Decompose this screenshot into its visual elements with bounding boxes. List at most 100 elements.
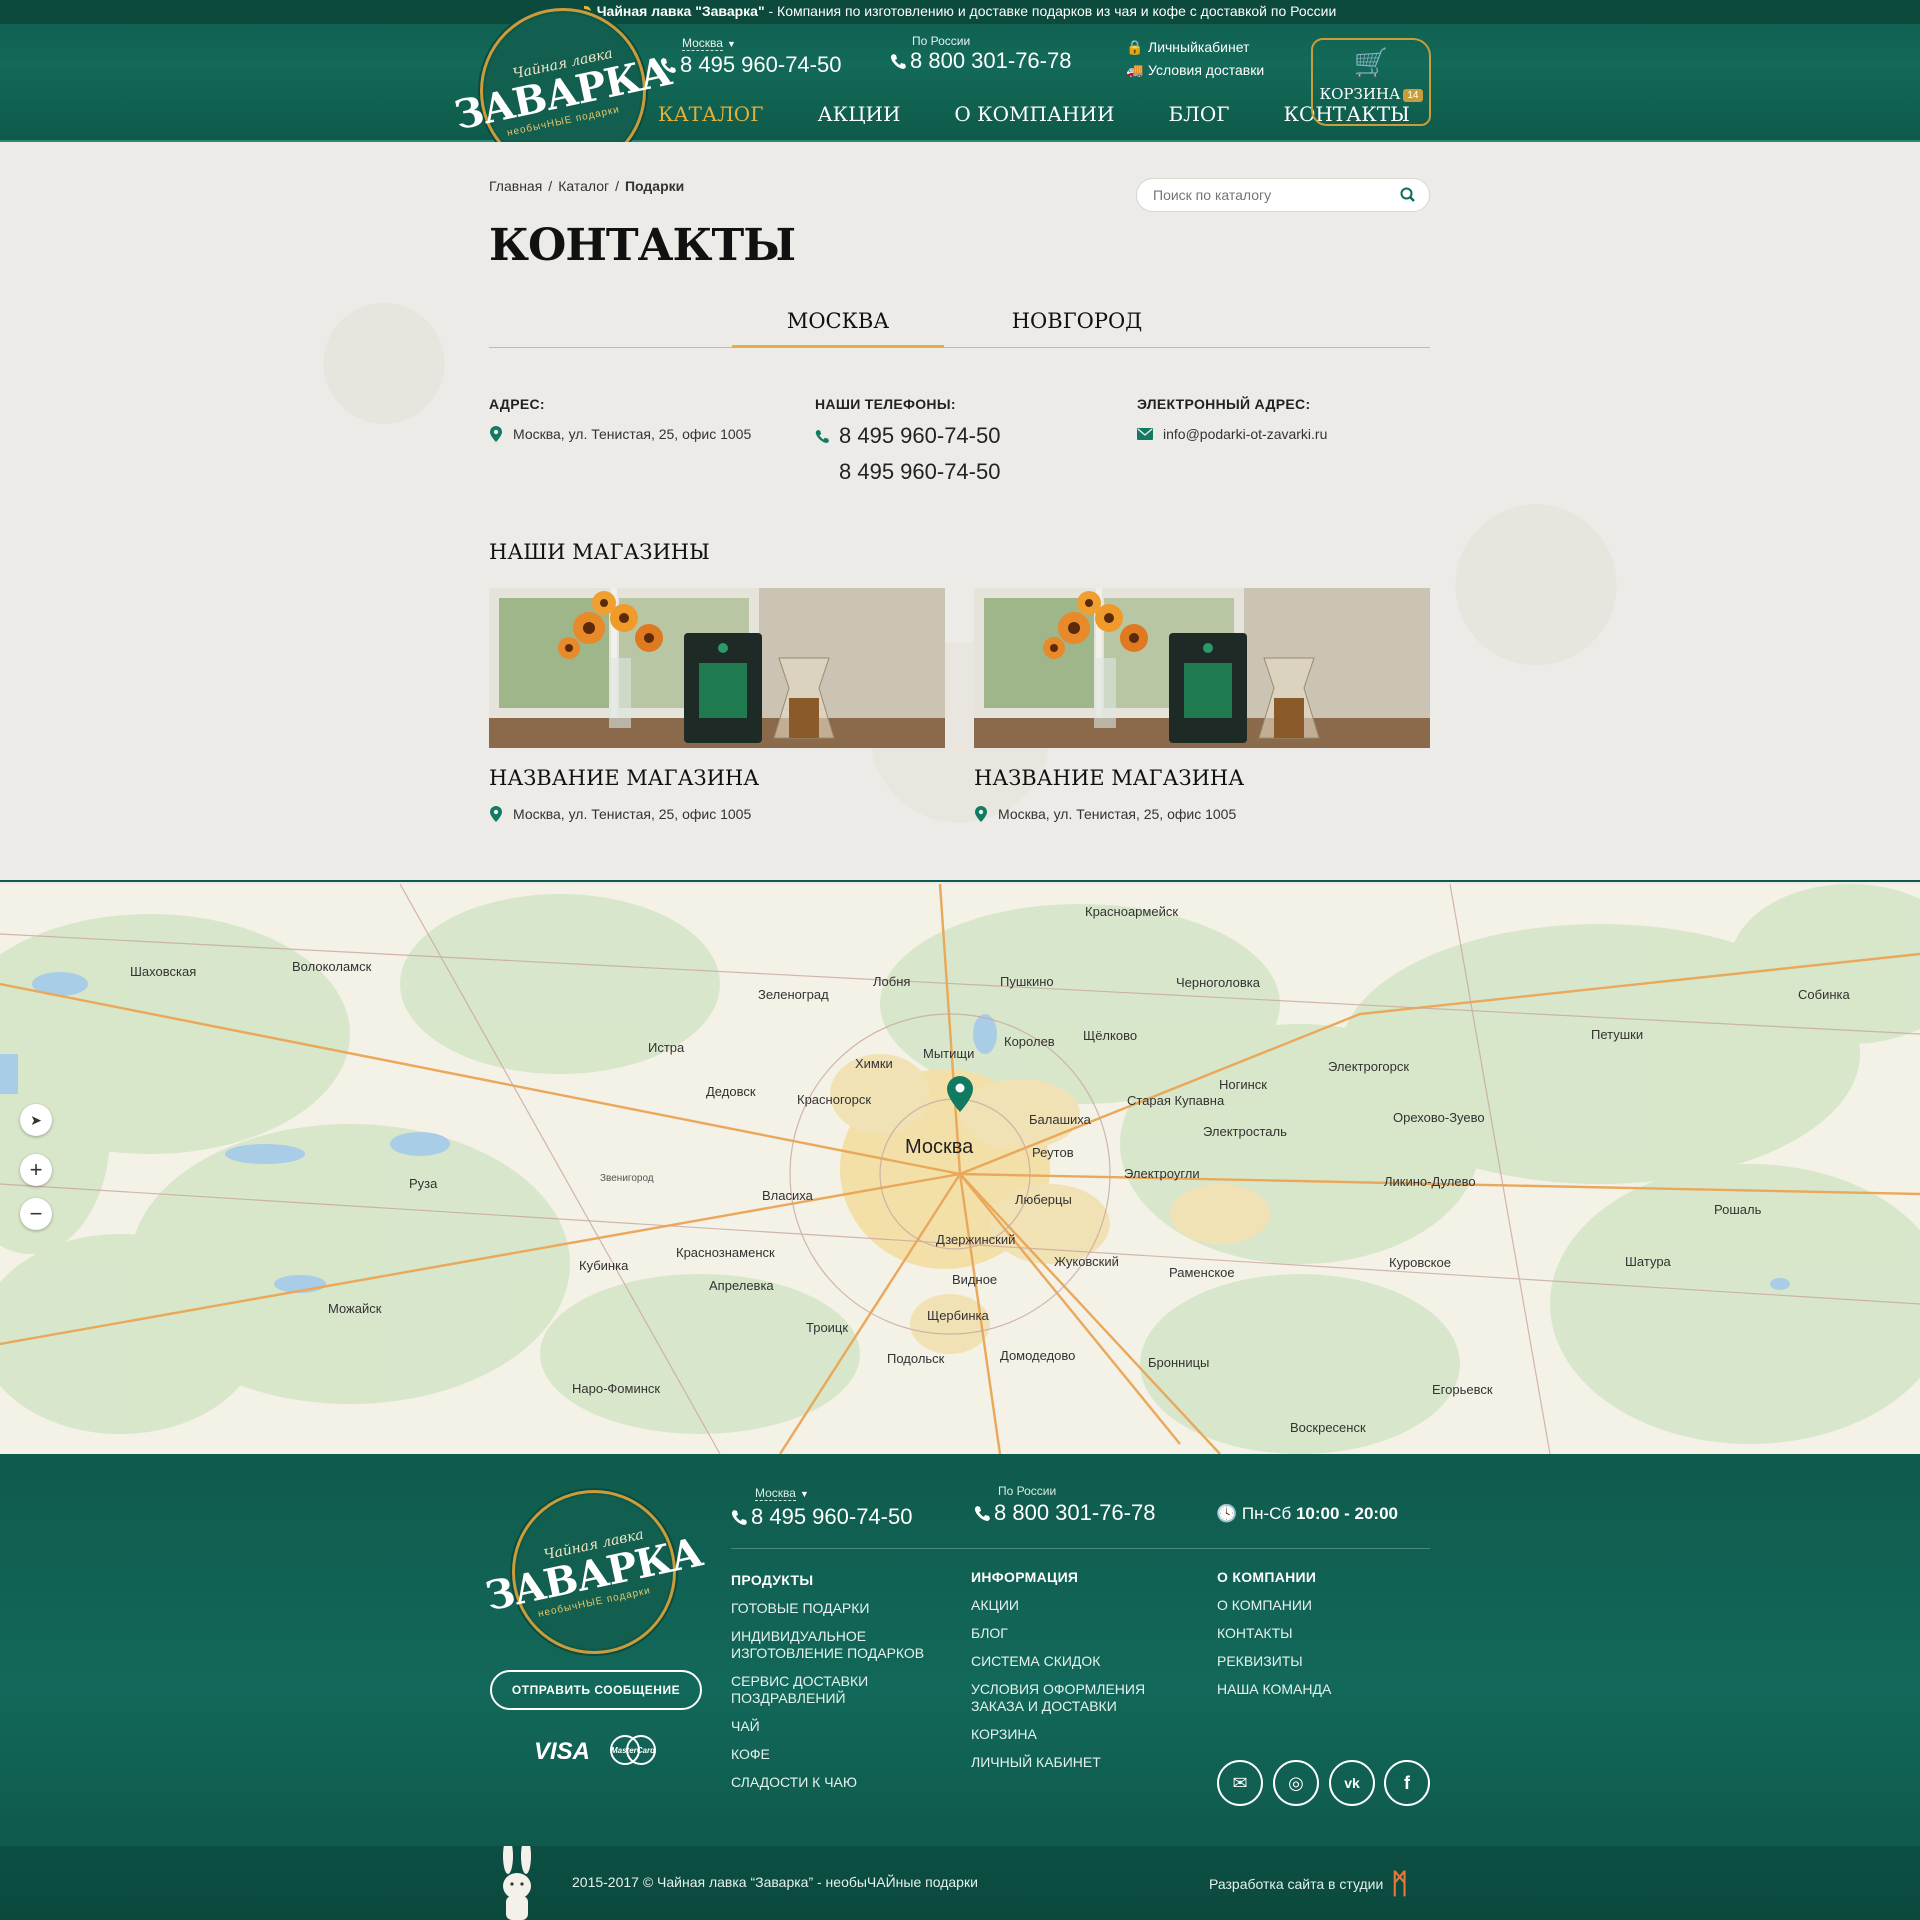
footer-link[interactable]: СЛАДОСТИ К ЧАЮ [731, 1774, 941, 1791]
search-input[interactable] [1137, 179, 1377, 211]
map-label: Звенигород [600, 1173, 654, 1184]
cart-count-badge: 14 [1403, 89, 1423, 102]
footer-link[interactable]: ИНДИВИДУАЛЬНОЕ ИЗГОТОВЛЕНИЕ ПОДАРКОВ [731, 1628, 941, 1662]
map-label: Королев [1004, 1034, 1055, 1049]
map-label: Куровское [1389, 1255, 1451, 1270]
footer-column-title: ПРОДУКТЫ [731, 1572, 814, 1588]
footer-link[interactable]: ЛИЧНЫЙ КАБИНЕТ [971, 1754, 1181, 1771]
zoom-in-button[interactable]: + [20, 1154, 52, 1186]
footer-phone-russia: По России 8 800 301-76-78 [974, 1484, 1155, 1526]
footer-link[interactable]: ЧАЙ [731, 1718, 941, 1735]
map-label: Старая Купавна [1127, 1093, 1225, 1108]
footer-link[interactable]: ГОТОВЫЕ ПОДАРКИ [731, 1600, 941, 1617]
footer-link[interactable]: КОРЗИНА [971, 1726, 1181, 1743]
email-social-icon[interactable]: ✉ [1217, 1760, 1263, 1806]
map-label: Электрогорск [1328, 1059, 1410, 1074]
page-content: Главная/Каталог/Подарки КОНТАКТЫ МОСКВА … [0, 142, 1920, 882]
footer-link[interactable]: УСЛОВИЯ ОФОРМЛЕНИЯ ЗАКАЗА И ДОСТАВКИ [971, 1681, 1181, 1715]
city-tabs: МОСКВА НОВГОРОД [489, 302, 1430, 348]
chevron-down-icon[interactable]: ▼ [727, 39, 736, 49]
footer-link[interactable]: НАША КОМАНДА [1217, 1681, 1427, 1698]
phone-number-row[interactable]: 8 495 960-74-50 [731, 1504, 912, 1530]
footer-link[interactable]: БЛОГ [971, 1625, 1181, 1642]
chevron-down-icon[interactable]: ▼ [800, 1489, 809, 1499]
nav-promotions[interactable]: АКЦИИ [817, 102, 900, 126]
map-pin-icon [975, 806, 987, 822]
store-address: Москва, ул. Тенистая, 25, офис 1005 [998, 806, 1237, 822]
store-card[interactable]: НАЗВАНИЕ МАГАЗИНА Москва, ул. Тенистая, … [974, 588, 1430, 822]
studio-credit[interactable]: Разработка сайта в студии ᛗ [1209, 1870, 1408, 1898]
header-phone-moscow: Москва ▼ 8 495 960-74-50 [660, 34, 841, 78]
footer-link[interactable]: О КОМПАНИИ [1217, 1597, 1427, 1614]
phone-number-row[interactable]: 8 495 960-74-50 [660, 52, 841, 78]
hours-time: 10:00 - 20:00 [1295, 1504, 1399, 1523]
catalog-search [1136, 178, 1430, 212]
location-map[interactable]: Москва Волоколамск Шаховская Истра Дедов… [0, 884, 1920, 1454]
map-label: Волоколамск [292, 959, 372, 974]
footer-logo[interactable]: Чайная лавка ЗАВАРКА необычНЫЕ подарки [481, 1490, 706, 1654]
footer-bottom-bar: 2015-2017 © Чайная лавка “Заварка” - нео… [0, 1846, 1920, 1920]
send-message-button[interactable]: ОТПРАВИТЬ СООБЩЕНИЕ [490, 1670, 702, 1710]
announcement-text: - Компания по изготовлению и доставке по… [764, 3, 1337, 19]
map-label: Красногорск [797, 1092, 872, 1107]
cart-button[interactable]: 🛒 КОРЗИНА 14 [1311, 38, 1431, 126]
map-label: Электроугли [1124, 1166, 1200, 1181]
email-row[interactable]: info@podarki-ot-zavarki.ru [1137, 426, 1327, 442]
site-footer: Чайная лавка ЗАВАРКА необычНЫЕ подарки О… [0, 1454, 1920, 1920]
store-photo-illustration [974, 588, 1430, 748]
phone-number-1: 8 495 960-74-50 [839, 423, 1001, 448]
breadcrumb-current: Подарки [624, 178, 685, 194]
account-link-label: Личныйкабинет [1148, 39, 1250, 55]
region-label: По России [998, 1484, 1057, 1498]
map-label: Люберцы [1015, 1192, 1072, 1207]
vk-icon[interactable]: vk [1329, 1760, 1375, 1806]
truck-icon: 🚚 [1126, 62, 1144, 78]
geolocate-button[interactable]: ➤ [20, 1104, 52, 1136]
instagram-icon[interactable]: ◎ [1273, 1760, 1319, 1806]
map-marker-icon[interactable] [947, 1076, 973, 1112]
nav-catalog[interactable]: КАТАЛОГ [658, 102, 763, 126]
phone-icon [815, 429, 829, 443]
tab-novgorod[interactable]: НОВГОРОД [971, 302, 1183, 348]
map-label: Шатура [1625, 1254, 1671, 1269]
phone-number-row[interactable]: 8 800 301-76-78 [974, 1500, 1155, 1526]
bunny-mascot-icon [503, 1846, 531, 1920]
footer-link[interactable]: КОФЕ [731, 1746, 941, 1763]
nav-blog[interactable]: БЛОГ [1168, 102, 1229, 126]
map-label: Орехово-Зуево [1393, 1110, 1485, 1125]
breadcrumb-catalog[interactable]: Каталог [558, 178, 609, 194]
map-label-moscow: Москва [905, 1136, 974, 1158]
account-link[interactable]: 🔒 Личныйкабинет [1126, 36, 1264, 59]
map-label: Химки [855, 1056, 893, 1071]
facebook-icon[interactable]: f [1384, 1760, 1430, 1806]
phone-row[interactable]: 8 495 960-74-50 [815, 418, 1000, 454]
nav-about[interactable]: О КОМПАНИИ [954, 102, 1114, 126]
map-label: Черноголовка [1176, 975, 1261, 990]
delivery-link[interactable]: 🚚 Условия доставки [1126, 59, 1264, 82]
phones-block: НАШИ ТЕЛЕФОНЫ: 8 495 960-74-50 8 495 960… [815, 396, 1000, 490]
stores-title: НАШИ МАГАЗИНЫ [489, 540, 710, 564]
header-links: 🔒 Личныйкабинет 🚚 Условия доставки [1126, 36, 1264, 82]
footer-link[interactable]: РЕКВИЗИТЫ [1217, 1653, 1427, 1670]
footer-link[interactable]: АКЦИИ [971, 1597, 1181, 1614]
map-pin-icon [490, 426, 502, 442]
footer-link[interactable]: КОНТАКТЫ [1217, 1625, 1427, 1642]
map-label: Апрелевка [709, 1278, 774, 1293]
delivery-link-label: Условия доставки [1148, 62, 1265, 78]
footer-link[interactable]: СИСТЕМА СКИДОК [971, 1653, 1181, 1670]
tab-moscow[interactable]: МОСКВА [732, 302, 944, 348]
search-icon[interactable] [1399, 186, 1417, 204]
footer-column-products: ПРОДУКТЫ ГОТОВЫЕ ПОДАРКИ ИНДИВИДУАЛЬНОЕ … [731, 1572, 941, 1802]
zoom-out-button[interactable]: − [20, 1198, 52, 1230]
breadcrumb-home[interactable]: Главная [489, 178, 542, 194]
map-label: Рошаль [1714, 1202, 1762, 1217]
store-card[interactable]: НАЗВАНИЕ МАГАЗИНА Москва, ул. Тенистая, … [489, 588, 945, 822]
phone-row[interactable]: 8 495 960-74-50 [815, 454, 1000, 490]
city-selector[interactable]: Москва [755, 1486, 796, 1501]
footer-link[interactable]: СЕРВИС ДОСТАВКИ ПОЗДРАВЛЕНИЙ [731, 1673, 941, 1707]
footer-divider [731, 1548, 1430, 1549]
region-label: По России [912, 34, 971, 48]
phone-number-row[interactable]: 8 800 301-76-78 [890, 48, 1071, 74]
city-selector[interactable]: Москва [682, 36, 723, 51]
map-label: Руза [409, 1176, 438, 1191]
